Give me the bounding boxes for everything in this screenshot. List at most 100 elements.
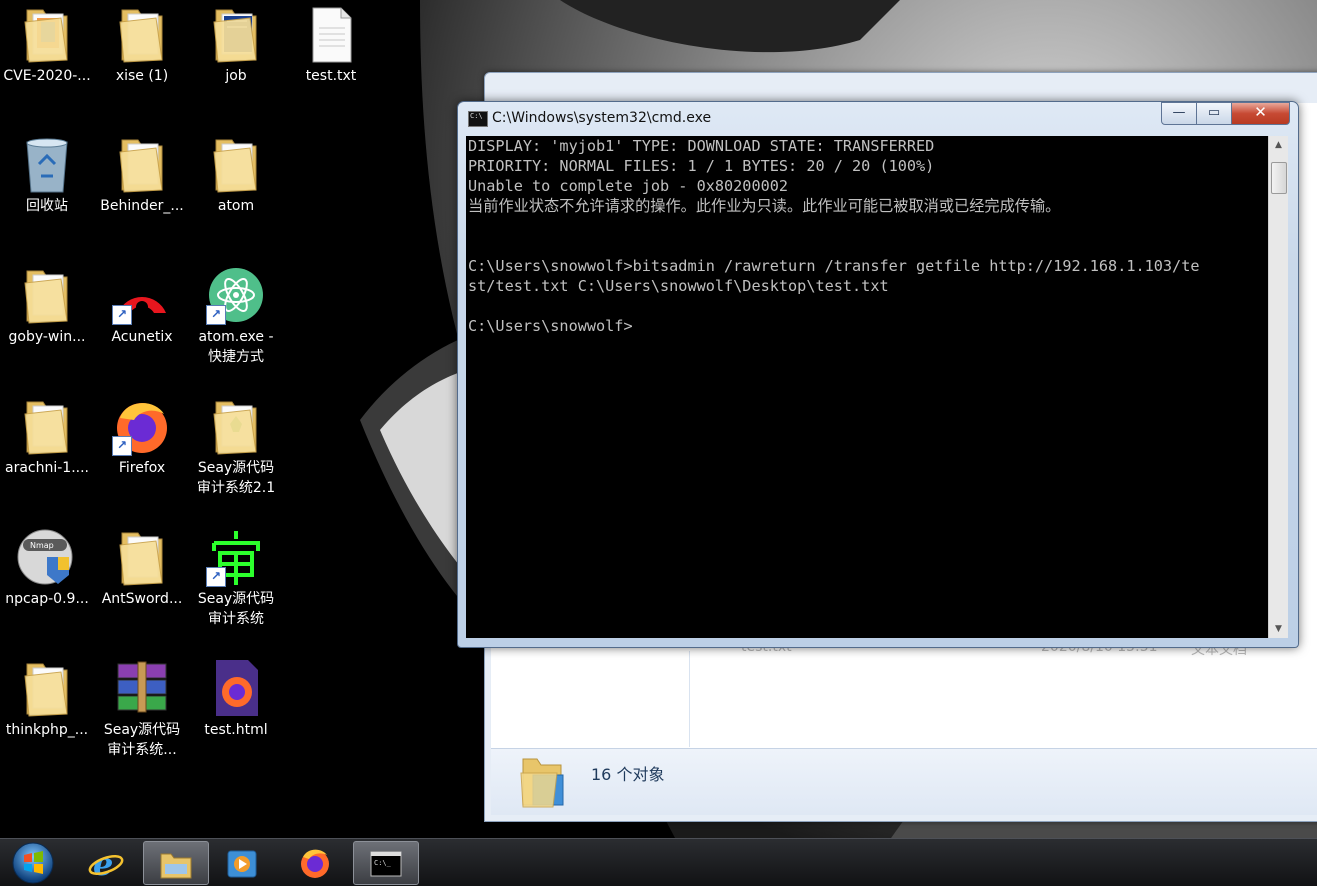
start-button[interactable] [10, 839, 56, 885]
desktop-icon-label: Seay源代码 审计系统 [197, 591, 275, 627]
desktop-icon[interactable]: thinkphp_... [0, 658, 94, 740]
desktop-icon-label: CVE-2020-... [3, 68, 91, 84]
firefox-icon: ↗ [112, 396, 172, 456]
shortcut-arrow-icon: ↗ [206, 305, 226, 325]
console-line: C:\Users\snowwolf>bitsadmin /rawreturn /… [468, 257, 1200, 275]
taskbar: e C:\_ [0, 838, 1317, 886]
folder-green-icon [206, 396, 266, 456]
desktop-icon[interactable]: arachni-1.... [0, 396, 94, 478]
folder-icon [520, 758, 564, 808]
desktop-icon[interactable]: atom [189, 134, 283, 216]
console-line: Unable to complete job - 0x80200002 [468, 177, 789, 195]
acunetix-icon: ↗ [112, 265, 172, 325]
desktop-icon-label: test.txt [305, 68, 357, 84]
desktop-icon-label: test.html [204, 722, 268, 738]
folder-icon [112, 134, 172, 194]
window-title: C:\Windows\system32\cmd.exe [492, 110, 712, 126]
desktop-icon[interactable]: Nmap npcap-0.9... [0, 527, 94, 609]
desktop-icon[interactable]: ↗ Firefox [95, 396, 189, 478]
recycle-bin-icon [17, 134, 77, 194]
minimize-button[interactable]: — [1161, 102, 1197, 125]
folder-icon [17, 265, 77, 325]
console-prompt: C:\Users\snowwolf> [468, 317, 633, 335]
svg-text:Nmap: Nmap [30, 541, 54, 550]
desktop-icon-label: xise (1) [115, 68, 169, 84]
folder-icon [160, 853, 192, 879]
firefox-doc-icon [206, 658, 266, 718]
firefox-icon [301, 849, 329, 878]
desktop-icon[interactable]: job [189, 4, 283, 86]
desktop-icon[interactable]: ↗ Acunetix [95, 265, 189, 347]
desktop-icon[interactable]: Seay源代码 审计系统2.1 [189, 396, 283, 498]
console-line: st/test.txt C:\Users\snowwolf\Desktop\te… [468, 277, 889, 295]
desktop-icon-label: goby-win... [8, 329, 86, 345]
console-line: 当前作业状态不允许请求的操作。此作业为只读。此作业可能已被取消或已经完成传输。 [468, 197, 1061, 215]
desktop-icon-label: atom.exe - 快捷方式 [198, 329, 274, 365]
cmd-titlebar[interactable]: C:\Windows\system32\cmd.exe — ▭ ✕ [458, 102, 1298, 136]
desktop-icon[interactable]: Behinder_... [95, 134, 189, 216]
folder-icon [17, 658, 77, 718]
npcap-icon: Nmap [17, 527, 77, 587]
scroll-up-icon[interactable]: ▲ [1269, 136, 1288, 154]
media-player-icon [227, 850, 257, 878]
taskbar-media-player[interactable] [210, 841, 274, 883]
taskbar-cmd[interactable]: C:\_ [353, 841, 419, 885]
desktop-icon-label: atom [217, 198, 255, 214]
text-file-icon [301, 4, 361, 64]
desktop-icon[interactable]: CVE-2020-... [0, 4, 94, 86]
console-scrollbar[interactable]: ▲ ▼ [1268, 136, 1288, 638]
desktop-icon-label: Seay源代码 审计系统2.1 [196, 460, 276, 496]
desktop-icon[interactable]: 回收站 [0, 134, 94, 216]
desktop-icon-label: 回收站 [26, 198, 68, 214]
cmd-icon [468, 111, 488, 127]
atom-icon: ↗ [206, 265, 266, 325]
svg-text:C:\_: C:\_ [374, 859, 392, 867]
internet-explorer-icon: e [88, 845, 124, 881]
desktop-icon-label: Acunetix [111, 329, 173, 345]
folder-icon [112, 527, 172, 587]
maximize-button[interactable]: ▭ [1196, 102, 1232, 125]
cmd-window[interactable]: C:\Windows\system32\cmd.exe — ▭ ✕ DISPLA… [457, 101, 1299, 648]
folder-icon [112, 4, 172, 64]
desktop-icon[interactable]: test.html [189, 658, 283, 740]
desktop-icon-label: Seay源代码 审计系统... [103, 722, 181, 758]
desktop-icon[interactable]: goby-win... [0, 265, 94, 347]
desktop-icon[interactable]: test.txt [284, 4, 378, 86]
cmd-icon: C:\_ [370, 851, 402, 877]
winrar-icon [112, 658, 172, 718]
scroll-thumb[interactable] [1271, 162, 1287, 194]
navigation-pane[interactable] [491, 651, 690, 747]
desktop-icon-label: arachni-1.... [4, 460, 89, 476]
shortcut-arrow-icon: ↗ [112, 436, 132, 456]
taskbar-firefox[interactable] [283, 841, 347, 883]
desktop-icon-label: AntSword... [101, 591, 183, 607]
folder-icon [206, 134, 266, 194]
desktop-icon[interactable]: Seay源代码 审计系统... [95, 658, 189, 760]
folder-docs-icon [17, 4, 77, 64]
desktop-icon[interactable]: ↗ atom.exe - 快捷方式 [189, 265, 283, 367]
close-button[interactable]: ✕ [1231, 102, 1290, 125]
seay-icon: ↗ [206, 527, 266, 587]
desktop-icon-label: Behinder_... [100, 198, 184, 214]
explorer-statusbar: 16 个对象 [491, 748, 1317, 815]
desktop-icon[interactable]: xise (1) [95, 4, 189, 86]
desktop-icon-label: npcap-0.9... [5, 591, 89, 607]
shortcut-arrow-icon: ↗ [112, 305, 132, 325]
folder-icon [17, 396, 77, 456]
scroll-down-icon[interactable]: ▼ [1269, 620, 1288, 638]
taskbar-explorer[interactable] [143, 841, 209, 885]
desktop-icon-label: job [225, 68, 247, 84]
folder-blue-icon [206, 4, 266, 64]
desktop-icon-label: Firefox [118, 460, 166, 476]
shortcut-arrow-icon: ↗ [206, 567, 226, 587]
item-count: 16 个对象 [591, 765, 665, 784]
desktop-icon[interactable]: ↗ Seay源代码 审计系统 [189, 527, 283, 629]
console-output[interactable]: DISPLAY: 'myjob1' TYPE: DOWNLOAD STATE: … [466, 136, 1268, 638]
desktop-icon-label: thinkphp_... [5, 722, 89, 738]
desktop-icon[interactable]: AntSword... [95, 527, 189, 609]
taskbar-ie[interactable]: e [74, 841, 138, 883]
console-line: DISPLAY: 'myjob1' TYPE: DOWNLOAD STATE: … [468, 137, 935, 155]
console-line: PRIORITY: NORMAL FILES: 1 / 1 BYTES: 20 … [468, 157, 935, 175]
